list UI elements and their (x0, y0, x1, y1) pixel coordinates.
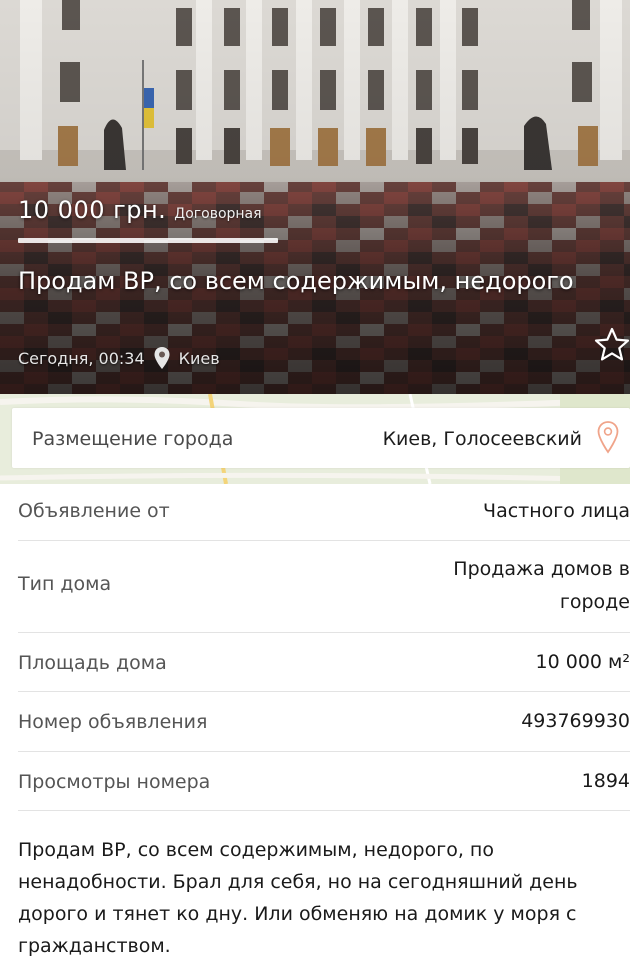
details-table: Объявление от Частного лица Тип дома Про… (0, 484, 630, 811)
detail-value: 493769930 (521, 710, 630, 732)
location-map[interactable]: Размещение города Киев, Голосеевский (0, 394, 630, 484)
detail-row-seller-type: Объявление от Частного лица (18, 484, 630, 541)
detail-label: Площадь дома (18, 652, 167, 674)
detail-row-phone-views: Просмотры номера 1894 (18, 752, 630, 811)
detail-value: 10 000 м² (535, 651, 630, 673)
price-row: 10 000 грн. Договорная (18, 196, 262, 224)
listing-description: Продам ВР, со всем содержимым, недорого,… (18, 839, 578, 957)
listing-photo-header[interactable]: 10 000 грн. Договорная Продам ВР, со все… (0, 0, 630, 394)
detail-value: Частного лица (483, 500, 630, 522)
price: 10 000 грн. (18, 196, 167, 224)
listing-title: Продам ВР, со всем содержимым, недорого (18, 267, 574, 295)
listing-city: Киев (178, 348, 220, 368)
detail-row-area: Площадь дома 10 000 м² (18, 633, 630, 692)
detail-value: 1894 (581, 770, 630, 792)
detail-label: Просмотры номера (18, 771, 211, 793)
location-card[interactable]: Размещение города Киев, Голосеевский (12, 408, 630, 468)
map-pin-outline-icon (597, 421, 619, 454)
detail-label: Объявление от (18, 500, 170, 522)
detail-row-house-type: Тип дома Продажа домов в городе (18, 541, 630, 633)
posted-time: Сегодня, 00:34 (18, 348, 145, 368)
location-value: Киев, Голосеевский (382, 428, 582, 450)
detail-label: Тип дома (18, 573, 112, 595)
detail-label: Номер объявления (18, 711, 208, 733)
price-underline (18, 238, 278, 243)
detail-value: Продажа домов в городе (453, 558, 630, 613)
map-pin-icon (154, 347, 170, 369)
price-note: Договорная (174, 206, 262, 222)
star-outline-icon[interactable] (593, 326, 630, 364)
location-label: Размещение города (32, 428, 234, 450)
detail-row-ad-number: Номер объявления 493769930 (18, 692, 630, 752)
listing-meta: Сегодня, 00:34 Киев (18, 346, 220, 370)
